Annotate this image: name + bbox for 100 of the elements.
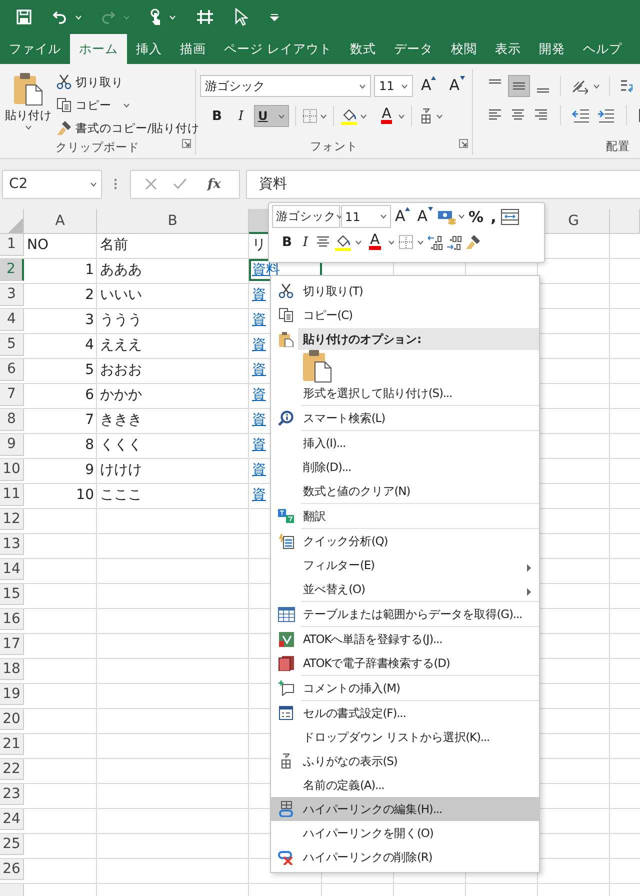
row-header[interactable]: 21	[0, 734, 24, 755]
menu-item[interactable]: テーブルまたは範囲からデータを取得(G)...	[271, 602, 539, 626]
menu-item[interactable]: ハイパーリンクを開く(O)	[271, 821, 539, 845]
ribbon-tab[interactable]: 校閲	[442, 34, 486, 64]
ribbon-tab[interactable]: 挿入	[127, 34, 171, 64]
increase-indent-icon[interactable]	[597, 107, 615, 123]
shrink-font-button[interactable]: A	[414, 206, 436, 228]
caret-icon[interactable]	[355, 240, 362, 244]
menu-item[interactable]: ふりがなの表示(S)	[271, 749, 539, 773]
font-size-field[interactable]: 11	[374, 75, 413, 97]
menu-item[interactable]: 挿入(I)...	[271, 431, 539, 455]
caret-icon[interactable]	[360, 114, 367, 118]
copy-icon[interactable]	[56, 97, 72, 113]
caret-icon[interactable]	[388, 240, 395, 244]
accounting-format-icon[interactable]	[436, 208, 457, 224]
menu-item[interactable]: ハイパーリンクの削除(R)	[271, 845, 539, 869]
row-header[interactable]: 9	[0, 434, 24, 456]
wrap-text-icon[interactable]	[619, 78, 635, 94]
hyperlink[interactable]: 資	[252, 410, 266, 429]
ribbon-tab[interactable]: ホーム	[70, 34, 127, 64]
menu-item[interactable]: 削除(D)...	[271, 455, 539, 479]
text-orientation-icon[interactable]	[570, 78, 588, 94]
row-header[interactable]: 2	[0, 259, 24, 280]
increase-decimal-icon[interactable]	[426, 234, 443, 250]
row-header[interactable]: 18	[0, 659, 24, 680]
row-header[interactable]: 1	[0, 234, 24, 256]
column-header[interactable]: B	[97, 209, 249, 234]
hyperlink[interactable]: 資	[252, 436, 266, 454]
triangle-down-icon[interactable]	[460, 76, 465, 80]
row-header[interactable]: 25	[0, 834, 24, 855]
row-header[interactable]: 16	[0, 609, 24, 630]
insert-function-button[interactable]: fx	[204, 173, 225, 195]
row-header[interactable]: 20	[0, 709, 24, 730]
hyperlink[interactable]: 資	[252, 310, 266, 329]
undo-icon[interactable]	[52, 9, 68, 25]
bold-button[interactable]: B	[278, 231, 296, 253]
formula-input[interactable]: 資料	[246, 170, 640, 198]
borders-icon[interactable]	[398, 234, 414, 250]
menu-item[interactable]: 翻訳	[271, 504, 539, 528]
name-box[interactable]: C2	[2, 170, 102, 198]
row-header[interactable]: 11	[0, 484, 24, 506]
hyperlink[interactable]: 資料	[252, 260, 280, 279]
decrease-indent-icon[interactable]	[572, 107, 590, 123]
row-header[interactable]: 19	[0, 684, 24, 705]
hyperlink[interactable]: 資	[252, 386, 266, 404]
caret-icon[interactable]	[458, 214, 465, 219]
underline-button[interactable]: U	[254, 105, 289, 127]
ribbon-tab[interactable]: ファイル	[0, 34, 70, 64]
customize-icon[interactable]	[270, 12, 279, 22]
comma-button[interactable]: ,	[488, 206, 500, 228]
decrease-decimal-icon[interactable]	[446, 234, 462, 250]
row-header[interactable]: 10	[0, 459, 24, 480]
font-color-button[interactable]: A	[376, 105, 396, 127]
paste-option-icon[interactable]	[301, 349, 333, 383]
font-name-field[interactable]: 游ゴシック	[272, 205, 340, 228]
menu-item[interactable]: 数式と値のクリア(N)	[271, 479, 539, 503]
row-header[interactable]: 26	[0, 859, 24, 880]
row-header[interactable]: 8	[0, 409, 24, 430]
font-size-field[interactable]: 11	[341, 205, 391, 228]
italic-button[interactable]: I	[230, 105, 252, 127]
menu-item[interactable]: コピー(C)	[271, 303, 539, 327]
grow-font-button[interactable]: A	[416, 75, 442, 97]
caret-icon[interactable]	[123, 102, 130, 108]
menu-item[interactable]: スマート検索(L)	[271, 406, 539, 430]
menu-item[interactable]: セルの書式設定(F)...	[271, 701, 539, 725]
column-header[interactable]: A	[24, 209, 97, 234]
menu-item[interactable]: ハイパーリンクの編集(H)...	[271, 797, 539, 821]
fill-color-icon[interactable]	[334, 233, 352, 251]
triangle-up-icon[interactable]	[405, 206, 410, 210]
paintbrush-icon[interactable]	[56, 120, 72, 136]
caret-icon[interactable]	[24, 125, 32, 130]
row-header[interactable]: 3	[0, 284, 24, 306]
clipboard-icon[interactable]	[12, 72, 44, 106]
row-header[interactable]: 5	[0, 334, 24, 356]
grow-font-button[interactable]: A	[392, 206, 414, 228]
cut-button[interactable]: 切り取り	[52, 71, 128, 93]
font-name-field[interactable]: 游ゴシック	[200, 75, 371, 97]
menu-item[interactable]: 名前の定義(A)...	[271, 773, 539, 797]
ribbon-tab[interactable]: 描画	[171, 34, 215, 64]
borders-icon[interactable]	[302, 108, 318, 124]
pointer-icon[interactable]	[234, 8, 248, 26]
row-header[interactable]: 22	[0, 759, 24, 780]
menu-item[interactable]: ATOKで電子辞書検索する(D)	[271, 651, 539, 675]
caret-icon[interactable]	[380, 214, 387, 219]
dialog-launcher-icon[interactable]	[182, 139, 191, 148]
row-header[interactable]: 12	[0, 509, 24, 530]
row-header[interactable]: 24	[0, 809, 24, 830]
triangle-up-icon[interactable]	[431, 76, 436, 80]
menu-item[interactable]: 切り取り(T)	[271, 279, 539, 303]
ribbon-tab[interactable]: 数式	[340, 34, 385, 64]
hyperlink[interactable]: 資	[252, 486, 266, 504]
grid-icon[interactable]	[196, 8, 214, 26]
menu-item[interactable]: クイック分析(Q)	[271, 529, 539, 553]
caret-icon[interactable]	[278, 114, 285, 118]
hyperlink[interactable]: 資	[252, 286, 266, 304]
menu-item[interactable]: 並べ替え(O)	[271, 577, 539, 601]
caret-icon[interactable]	[401, 84, 408, 88]
save-icon[interactable]	[16, 9, 32, 25]
menu-item[interactable]: コメントの挿入(M)	[271, 676, 539, 700]
copy-button[interactable]: コピー	[52, 94, 134, 116]
